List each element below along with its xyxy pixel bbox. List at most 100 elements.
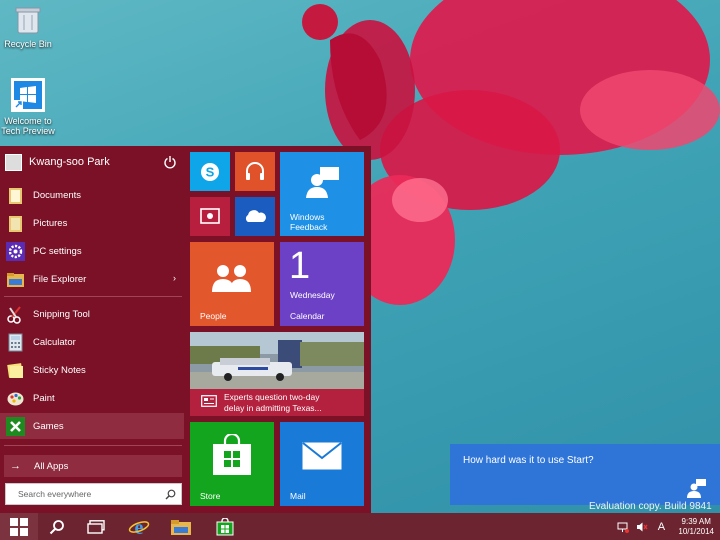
file-explorer-icon <box>7 272 24 287</box>
svg-text:e: e <box>135 517 144 537</box>
clock[interactable]: 9:39 AM 10/1/2014 <box>678 517 714 537</box>
taskbar: e A 9:39 AM 10/1/2014 <box>0 513 720 540</box>
scissors-icon <box>7 305 21 324</box>
store-button[interactable] <box>206 513 244 540</box>
menu-item-paint[interactable]: Paint <box>0 385 184 411</box>
tile-label: Mail <box>290 491 306 501</box>
menu-item-label: File Explorer <box>33 273 87 285</box>
start-menu: Kwang-soo Park Documents Pictures PC set… <box>0 146 371 513</box>
menu-item-snipping-tool[interactable]: Snipping Tool <box>0 301 184 327</box>
taskbar-search-button[interactable] <box>38 513 76 540</box>
menu-divider <box>4 296 182 297</box>
news-headline-line2: delay in admitting Texas... <box>224 403 322 413</box>
paint-palette-icon <box>7 392 24 405</box>
mail-tile[interactable]: Mail <box>280 422 364 506</box>
evaluation-watermark: Evaluation copy. Build 9841 <box>589 501 712 512</box>
onedrive-tile[interactable] <box>235 197 275 236</box>
file-explorer-button[interactable] <box>162 513 200 540</box>
file-explorer-icon <box>171 519 191 535</box>
recycle-bin-desktop-icon[interactable]: Recycle Bin <box>0 5 63 49</box>
store-bag-icon <box>213 434 251 475</box>
welcome-label-line1: Welcome to <box>4 116 52 126</box>
feedback-notification[interactable]: How hard was it to use Start? <box>450 444 720 505</box>
calculator-icon <box>8 333 23 351</box>
internet-explorer-icon: e <box>128 517 150 537</box>
welcome-label-line2: Tech Preview <box>1 126 55 136</box>
folder-icon <box>9 215 22 232</box>
menu-item-label: Calculator <box>33 336 76 348</box>
people-icon <box>212 265 251 292</box>
internet-explorer-button[interactable]: e <box>120 513 158 540</box>
music-tile[interactable] <box>235 152 275 191</box>
news-icon <box>201 395 217 407</box>
user-account-row[interactable]: Kwang-soo Park <box>5 151 183 173</box>
menu-item-games[interactable]: Games <box>0 413 184 439</box>
search-box[interactable] <box>5 483 182 505</box>
xbox-games-icon <box>6 416 25 436</box>
store-icon <box>216 517 234 535</box>
video-icon <box>200 208 220 224</box>
clock-time: 9:39 AM <box>681 516 711 526</box>
start-button[interactable] <box>0 513 38 540</box>
mail-envelope-icon <box>302 442 342 470</box>
windows-shortcut-icon <box>11 78 45 112</box>
news-tile[interactable]: Experts question two-day delay in admitt… <box>190 332 364 416</box>
store-tile[interactable]: Store <box>190 422 274 506</box>
feedback-person-icon <box>687 479 706 498</box>
people-tile[interactable]: People <box>190 242 274 326</box>
headphones-icon <box>246 162 264 180</box>
windows-start-icon <box>10 517 28 536</box>
clock-date: 10/1/2014 <box>678 526 714 536</box>
tile-label: Store <box>200 491 221 501</box>
volume-muted-icon[interactable] <box>636 521 648 533</box>
skype-tile[interactable]: S <box>190 152 230 191</box>
task-view-button[interactable] <box>77 513 115 540</box>
windows-feedback-tile[interactable]: Windows Feedback <box>280 152 364 236</box>
menu-divider <box>4 445 182 446</box>
search-icon <box>49 519 64 534</box>
tile-label: Calendar <box>290 311 325 321</box>
menu-item-sticky-notes[interactable]: Sticky Notes <box>0 357 184 383</box>
power-icon[interactable] <box>163 155 177 169</box>
news-photo <box>190 332 364 389</box>
calendar-day-number: 1 <box>289 245 311 287</box>
menu-item-pc-settings[interactable]: PC settings <box>0 238 184 264</box>
svg-text:S: S <box>206 165 215 180</box>
news-headline-line1: Experts question two-day <box>224 392 320 402</box>
network-icon[interactable] <box>617 521 630 533</box>
menu-item-documents[interactable]: Documents <box>0 182 184 208</box>
menu-item-label: Sticky Notes <box>33 364 86 376</box>
arrow-right-icon: → <box>10 460 21 472</box>
menu-item-label: Documents <box>33 189 82 201</box>
search-icon[interactable] <box>165 489 176 500</box>
folder-icon <box>9 187 22 204</box>
menu-item-calculator[interactable]: Calculator <box>0 329 184 355</box>
system-tray: A 9:39 AM 10/1/2014 <box>617 513 714 540</box>
sticky-notes-icon <box>7 362 23 378</box>
video-tile[interactable] <box>190 197 230 236</box>
task-view-icon <box>87 519 105 534</box>
chevron-right-icon[interactable]: › <box>173 273 176 283</box>
menu-item-label: Paint <box>33 392 55 404</box>
welcome-tech-preview-desktop-icon[interactable]: Welcome to Tech Preview <box>0 78 63 136</box>
skype-icon: S <box>201 163 219 181</box>
menu-item-label: Pictures <box>33 217 68 229</box>
menu-item-pictures[interactable]: Pictures <box>0 210 184 236</box>
start-menu-left-pane: Kwang-soo Park Documents Pictures PC set… <box>0 146 184 513</box>
menu-item-file-explorer[interactable]: File Explorer › <box>0 266 184 292</box>
menu-item-label: Snipping Tool <box>33 308 90 320</box>
all-apps-label: All Apps <box>34 460 69 472</box>
search-input[interactable] <box>18 489 165 499</box>
all-apps-button[interactable]: → All Apps <box>4 455 182 477</box>
calendar-tile[interactable]: 1 Wednesday Calendar <box>280 242 364 326</box>
recycle-bin-icon <box>15 7 41 34</box>
tile-label: People <box>200 311 227 321</box>
avatar <box>5 153 22 171</box>
menu-item-label: PC settings <box>33 245 82 257</box>
feedback-person-icon <box>306 167 339 198</box>
onedrive-cloud-icon <box>245 210 266 222</box>
input-indicator[interactable]: A <box>655 521 667 533</box>
gear-icon <box>6 241 25 261</box>
menu-item-label: Games <box>33 420 64 432</box>
tile-label-line1: Windows <box>290 212 325 222</box>
